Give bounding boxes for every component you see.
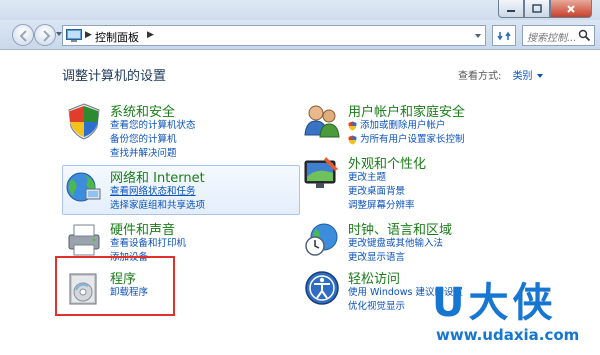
maximize-icon (532, 4, 542, 13)
category-title-system[interactable]: 系统和安全 (110, 101, 175, 120)
watermark-url: www.udaxia.com (436, 326, 580, 344)
watermark-brand: U大侠 (432, 280, 557, 326)
category-links-system: 查看您的计算机状态 备份您的计算机 查找并解决问题 (110, 119, 196, 161)
category-system-security: 系统和安全 查看您的计算机状态 备份您的计算机 查找并解决问题 (64, 101, 264, 161)
link-screen-resolution[interactable]: 调整屏幕分辨率 (348, 199, 415, 213)
close-icon (567, 4, 575, 13)
navigation-bar: ▶ 控制面板 ▶ 搜索控制... (0, 20, 600, 50)
link-add-remove-users[interactable]: 添加或删除用户帐户 (348, 119, 465, 133)
link-parental-controls[interactable]: 为所有用户设置家长控制 (348, 133, 465, 147)
forward-arrow-icon (43, 30, 51, 42)
search-placeholder: 搜索控制... (527, 33, 577, 44)
control-panel-icon (66, 29, 82, 42)
view-by-dropdown[interactable]: 类别 (513, 71, 533, 82)
link-homegroup-sharing[interactable]: 选择家庭组和共享选项 (110, 199, 205, 213)
close-button[interactable] (550, 0, 592, 18)
category-links-network: 查看网络状态和任务 选择家庭组和共享选项 (110, 185, 205, 213)
category-clock-language-region: 时钟、语言和区域 更改键盘或其他输入法 更改显示语言 (302, 219, 502, 269)
link-devices-printers[interactable]: 查看设备和打印机 (110, 237, 186, 251)
window-titlebar (0, 0, 600, 20)
link-find-fix-problems[interactable]: 查找并解决问题 (110, 147, 196, 161)
category-title-clock[interactable]: 时钟、语言和区域 (348, 219, 452, 238)
category-links-clock: 更改键盘或其他输入法 更改显示语言 (348, 237, 443, 265)
minimize-button[interactable] (498, 0, 524, 18)
address-bar[interactable]: ▶ 控制面板 ▶ (62, 25, 486, 46)
ease-of-access-icon[interactable] (302, 268, 342, 308)
watermark: U大侠 www.udaxia.com (432, 270, 600, 350)
link-change-display-language[interactable]: 更改显示语言 (348, 251, 443, 265)
category-user-accounts: 用户帐户和家庭安全 添加或删除用户帐户 为所有用户设置家长控制 (302, 101, 502, 161)
link-change-theme[interactable]: 更改主题 (348, 171, 415, 185)
security-shield-icon[interactable] (64, 101, 104, 141)
breadcrumb-separator[interactable]: ▶ (147, 30, 154, 40)
users-icon[interactable] (302, 101, 342, 141)
minimize-icon (507, 9, 515, 12)
search-box[interactable]: 搜索控制... (522, 25, 595, 46)
link-change-keyboard[interactable]: 更改键盘或其他输入法 (348, 237, 443, 251)
view-by-label: 查看方式: (458, 71, 502, 82)
breadcrumb-separator[interactable]: ▶ (85, 30, 92, 40)
page-title: 调整计算机的设置 (62, 69, 167, 84)
forward-button[interactable] (34, 24, 56, 46)
category-links-users: 添加或删除用户帐户 为所有用户设置家长控制 (348, 119, 465, 147)
refresh-button[interactable] (492, 25, 516, 46)
back-button[interactable] (12, 24, 34, 46)
back-arrow-icon (19, 30, 27, 42)
network-globe-icon[interactable] (64, 167, 104, 207)
link-parental-controls-text[interactable]: 为所有用户设置家长控制 (360, 133, 465, 147)
breadcrumb-control-panel[interactable]: 控制面板 (95, 29, 139, 45)
link-add-remove-users-text[interactable]: 添加或删除用户帐户 (360, 119, 446, 133)
link-desktop-background[interactable]: 更改桌面背景 (348, 185, 415, 199)
view-by-control: 查看方式: 类别 (458, 67, 543, 82)
link-view-computer-status[interactable]: 查看您的计算机状态 (110, 119, 196, 133)
uac-shield-icon (348, 135, 357, 145)
link-view-network-status[interactable]: 查看网络状态和任务 (110, 185, 205, 199)
clock-globe-icon[interactable] (302, 219, 342, 259)
category-links-appearance: 更改主题 更改桌面背景 调整屏幕分辨率 (348, 171, 415, 213)
annotation-highlight-box (55, 256, 175, 316)
appearance-monitor-icon[interactable] (302, 153, 342, 193)
category-network-internet: 网络和 Internet 查看网络状态和任务 选择家庭组和共享选项 (64, 167, 300, 215)
category-title-hardware[interactable]: 硬件和声音 (110, 219, 175, 238)
refresh-icon (497, 31, 511, 40)
view-by-arrow-icon[interactable] (536, 74, 543, 78)
maximize-button[interactable] (524, 0, 550, 18)
category-appearance: 外观和个性化 更改主题 更改桌面背景 调整屏幕分辨率 (302, 153, 502, 213)
uac-shield-icon (348, 121, 357, 131)
search-icon[interactable] (578, 29, 591, 42)
category-title-ease[interactable]: 轻松访问 (348, 268, 400, 287)
category-title-users[interactable]: 用户帐户和家庭安全 (348, 101, 465, 120)
link-backup-computer[interactable]: 备份您的计算机 (110, 133, 196, 147)
control-panel-content: 调整计算机的设置 查看方式: 类别 系统和安全 查看您的计算机状态 备份您的计算… (0, 51, 600, 355)
category-title-appearance[interactable]: 外观和个性化 (348, 153, 426, 172)
address-dropdown[interactable] (475, 34, 481, 38)
category-title-network[interactable]: 网络和 Internet (110, 167, 205, 186)
printer-icon[interactable] (64, 219, 104, 259)
caption-buttons (498, 0, 592, 18)
